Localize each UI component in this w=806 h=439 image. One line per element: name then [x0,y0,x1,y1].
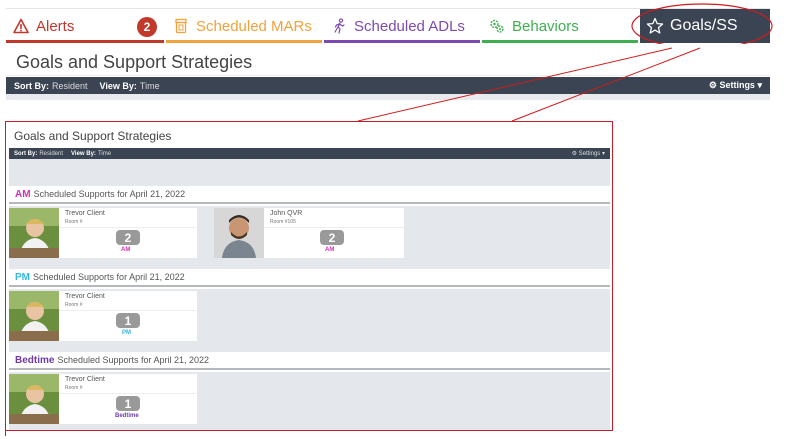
period-label: AM [15,188,31,200]
resident-room: Room # [65,302,83,308]
settings-button[interactable]: ⚙ Settings ▾ [572,150,605,157]
resident-name: Trevor Client [65,376,105,383]
section-header-bedtime: Bedtime Scheduled Supports for April 21,… [9,352,610,370]
view-by-value[interactable]: Time [98,151,111,157]
tab-alerts[interactable]: Alerts 2 [6,9,164,43]
section-heading: Scheduled Supports for April 21, 2022 [57,355,210,365]
support-count: 1 [116,396,140,411]
view-by-label: View By: [99,80,137,91]
caret-down-icon: ▾ [757,80,762,90]
divider [264,227,404,228]
page-title: Goals and Support Strategies [6,44,770,76]
tab-underline [482,40,638,43]
resident-photo [9,208,59,258]
resident-photo [9,374,59,424]
tab-behaviors[interactable]: Behaviors [482,9,638,43]
view-by-value[interactable]: Time [140,81,160,91]
support-count: 1 [116,313,140,328]
tab-underline [6,40,164,43]
divider [59,227,197,228]
gear-icon: ⚙ [708,80,717,90]
tab-underline [324,40,480,43]
section-heading: Scheduled Supports for April 21, 2022 [33,272,185,282]
support-count: 2 [116,230,140,245]
resident-card[interactable]: Trevor Client Room # 1 Bedtime [9,374,197,424]
tab-label: Scheduled MARs [196,17,312,35]
support-count: 2 [320,230,344,245]
caret-down-icon: ▾ [601,151,605,157]
frame-marker [5,431,6,436]
settings-button[interactable]: ⚙ Settings ▾ [709,80,762,91]
content-strip [6,94,770,100]
period-tag: AM [121,247,131,253]
section-heading: Scheduled Supports for April 21, 2022 [33,189,186,199]
resident-card[interactable]: John QVR Room #105 2 AM [214,208,404,258]
period-tag: AM [325,247,335,253]
resident-card[interactable]: Trevor Client Room # 1 PM [9,291,197,341]
resident-room: Room # [65,385,83,391]
toolbar: Sort By: Resident View By: Time ⚙ Settin… [6,77,770,94]
annotation-ellipse [631,3,773,49]
filter-area [9,159,610,186]
zoom-page-title: Goals and Support Strategies [14,129,172,143]
settings-label: Settings [578,151,601,157]
settings-label: Settings [719,80,755,90]
tab-label: Scheduled ADLs [354,17,465,35]
period-tag: Bedtime [115,413,139,419]
resident-photo [9,291,59,341]
period-label: Bedtime [15,354,55,366]
divider [59,393,197,394]
gear-icon: ⚙ [571,151,577,157]
tab-label: Alerts [36,17,75,35]
sort-by-value[interactable]: Resident [39,151,63,157]
section-header-am: AM Scheduled Supports for April 21, 2022 [9,186,610,204]
tab-label: Behaviors [512,17,579,35]
resident-name: John QVR [270,210,303,217]
warning-icon [12,17,30,35]
period-tag: PM [122,330,131,336]
sort-by-value[interactable]: Resident [52,81,88,91]
period-label: PM [15,271,30,283]
tab-scheduled-mars[interactable]: Scheduled MARs [166,9,322,43]
walking-person-icon [330,17,348,35]
resident-photo [214,208,264,258]
alert-count-badge: 2 [137,17,157,37]
zoomed-view: Goals and Support Strategies Sort By: Re… [5,121,613,431]
section-header-pm: PM Scheduled Supports for April 21, 2022 [9,269,610,287]
pill-bottle-icon [172,17,190,35]
sort-by-label: Sort By: [14,80,50,91]
resident-room: Room # [65,219,83,225]
resident-room: Room #105 [270,219,296,225]
view-by-label: View By: [71,150,96,157]
tab-underline [166,40,322,43]
resident-name: Trevor Client [65,293,105,300]
resident-name: Trevor Client [65,210,105,217]
gears-icon [488,17,506,35]
tab-scheduled-adls[interactable]: Scheduled ADLs [324,9,480,43]
resident-card[interactable]: Trevor Client Room # 2 AM [9,208,197,258]
sort-by-label: Sort By: [14,150,38,157]
zoom-toolbar: Sort By: Resident View By: Time ⚙ Settin… [9,148,610,159]
divider [59,310,197,311]
